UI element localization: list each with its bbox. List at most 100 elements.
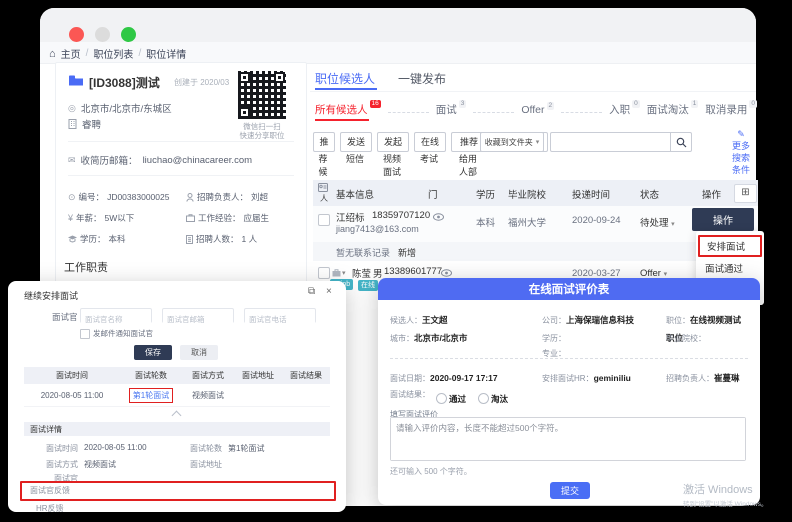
tab-one-click-publish[interactable]: 一键发布 bbox=[398, 70, 446, 87]
person-icon bbox=[186, 193, 194, 202]
job-field-salary: ¥ 年薪：5W以下 bbox=[68, 212, 134, 224]
row-checkbox[interactable] bbox=[318, 267, 330, 279]
column-settings-button[interactable]: ⊞ bbox=[734, 184, 757, 203]
maximize-window-button[interactable] bbox=[121, 27, 136, 42]
stage-all-candidates[interactable]: 所有候选人16 bbox=[315, 102, 381, 117]
radio-pass[interactable] bbox=[436, 393, 447, 404]
schedule-interview-modal: 继续安排面试 ⧉ × 面试官 发邮件通知面试官 保存 取消 面试时间 面试轮数 … bbox=[8, 281, 346, 512]
start-video-interview-button[interactable]: 发起 视频 面试 bbox=[377, 132, 407, 178]
interviewer-name-field-wrap bbox=[80, 308, 152, 323]
stage-offer[interactable]: Offer2 bbox=[521, 104, 554, 116]
candidate-email: jiang7413@163.com bbox=[336, 224, 419, 234]
candidate-status-dropdown[interactable]: 待处理 ▾ bbox=[640, 215, 675, 229]
job-field-id: ⊙ 编号：JD00383000025 bbox=[68, 191, 169, 203]
row-action-button[interactable]: 操作 bbox=[692, 208, 754, 231]
menu-item-interview-pass[interactable]: 面试通过 bbox=[696, 257, 764, 279]
graduation-cap-icon bbox=[68, 235, 77, 243]
candidate-degree: 本科 bbox=[476, 215, 495, 229]
active-stage-underline bbox=[315, 119, 369, 121]
favorite-folder-dropdown[interactable]: 收藏到文件夹▾ bbox=[480, 132, 544, 152]
candidate-phone: 18359707120 bbox=[372, 210, 430, 221]
radio-fail[interactable] bbox=[478, 393, 489, 404]
stage-offer-cancelled[interactable]: 取消录用0 bbox=[705, 102, 757, 117]
comment-textarea[interactable] bbox=[391, 418, 745, 460]
header-interview-time: 面试时间 bbox=[24, 370, 120, 381]
interview-method: 视频面试 bbox=[182, 390, 234, 401]
stage-connector bbox=[388, 112, 429, 113]
job-company: 睿聘 bbox=[68, 117, 101, 131]
screen: ⌂ 主页 / 职位列表 / 职位详情 [ID3088]测试 创建于 2020/0… bbox=[0, 0, 792, 522]
menu-item-schedule-interview[interactable]: 安排面试 bbox=[698, 235, 762, 257]
job-location: ◎ 北京市/北京市/东城区 bbox=[68, 101, 172, 115]
stage-connector bbox=[561, 112, 602, 113]
header-basic-info: 基本信息 bbox=[336, 187, 374, 201]
candidate-apply-date: 2020-09-24 bbox=[572, 215, 621, 226]
stage-interview[interactable]: 面试3 bbox=[436, 102, 467, 117]
collapse-chevron-icon[interactable] bbox=[172, 411, 182, 421]
breadcrumb-job-detail: 职位详情 bbox=[146, 46, 186, 61]
eye-icon[interactable] bbox=[441, 269, 452, 277]
job-email-value: liuchao@chinacareer.com bbox=[143, 155, 252, 166]
add-contact-record-link[interactable]: 新增 bbox=[398, 246, 416, 259]
person-card-icon bbox=[318, 183, 328, 192]
recommend-candidate-button[interactable]: 推 荐 候 bbox=[313, 132, 333, 178]
fullscreen-icon[interactable]: ⧉ bbox=[308, 286, 315, 297]
search-input[interactable] bbox=[553, 134, 669, 150]
interviewer-name-input[interactable] bbox=[81, 313, 151, 326]
detail-method-value: 视频面试 bbox=[84, 459, 116, 470]
online-tag: 在线 bbox=[358, 280, 378, 291]
save-button[interactable]: 保存 bbox=[134, 345, 172, 360]
online-exam-button[interactable]: 在线 考试 bbox=[414, 132, 444, 165]
briefcase-icon bbox=[332, 269, 341, 277]
detail-round-label: 面试轮数 bbox=[180, 443, 222, 454]
folder-icon bbox=[69, 75, 83, 86]
interview-table-header: 面试时间 面试轮数 面试方式 面试地址 面试结果 bbox=[24, 367, 330, 384]
stage-connector bbox=[473, 112, 514, 113]
interviewer-phone-field-wrap bbox=[244, 308, 316, 323]
minimize-window-button[interactable] bbox=[95, 27, 110, 42]
result-option-pass[interactable]: 通过 bbox=[436, 389, 466, 407]
city-value: 北京市/北京市 bbox=[414, 333, 467, 343]
eye-icon[interactable] bbox=[433, 213, 444, 221]
cancel-button[interactable]: 取消 bbox=[180, 345, 218, 360]
candidate-name-link[interactable]: 陈莹 bbox=[352, 266, 371, 280]
breadcrumb-job-list[interactable]: 职位列表 bbox=[93, 46, 133, 61]
close-window-button[interactable] bbox=[69, 27, 84, 42]
windows-activation-watermark: 激活 Windows 转到“设置”以激活 Windows。 bbox=[683, 481, 768, 508]
result-option-fail[interactable]: 淘汰 bbox=[478, 389, 508, 407]
submit-button[interactable]: 提交 bbox=[550, 482, 590, 499]
candidate-table-header: 人 基本信息 门 学历 毕业院校 投递时间 状态 操作 ⊞ bbox=[313, 180, 758, 206]
job-field-headcount: 招聘人数：1 人 bbox=[186, 233, 257, 245]
briefcase-icon bbox=[186, 214, 195, 222]
stage-count-badge: 0 bbox=[749, 100, 757, 108]
row-checkbox[interactable] bbox=[318, 214, 330, 226]
interviewer-phone-input[interactable] bbox=[245, 313, 315, 326]
stage-interview-rejected[interactable]: 面试淘汰1 bbox=[647, 102, 699, 117]
interviewer-email-input[interactable] bbox=[163, 313, 233, 326]
breadcrumb-home[interactable]: 主页 bbox=[61, 46, 81, 61]
search-button[interactable] bbox=[670, 133, 691, 151]
job-field-experience: 工作经验：应届生 bbox=[186, 212, 269, 224]
candidate-stage-pipeline: 所有候选人16 面试3 Offer2 入职0 面试淘汰1 取消录用0 bbox=[315, 102, 757, 117]
tab-job-candidates[interactable]: 职位候选人 bbox=[315, 70, 375, 87]
breadcrumb-bar: ⌂ 主页 / 职位列表 / 职位详情 bbox=[40, 42, 756, 64]
chevron-down-icon: ▾ bbox=[664, 271, 668, 278]
interview-table-row: 2020-08-05 11:00 第1轮面试 视频面试 bbox=[24, 384, 330, 407]
stage-onboard[interactable]: 入职0 bbox=[609, 102, 640, 117]
active-tab-underline bbox=[315, 88, 377, 90]
interview-round-link[interactable]: 第1轮面试 bbox=[120, 388, 182, 403]
send-sms-button[interactable]: 发送 短信 bbox=[340, 132, 370, 165]
detail-time-label: 面试时间 bbox=[36, 443, 78, 454]
close-icon[interactable]: × bbox=[326, 286, 332, 297]
modal-title: 继续安排面试 bbox=[24, 289, 78, 302]
candidate-row-1[interactable]: 江绍标 18359707120 jiang7413@163.com 本科 福州大… bbox=[313, 206, 758, 242]
more-search-filters[interactable]: ✎ 更多 搜索 条件 bbox=[728, 128, 754, 176]
candidate-name-link[interactable]: 江绍标 bbox=[336, 210, 365, 224]
chevron-down-icon: ▾ bbox=[536, 138, 540, 146]
qr-caption-2: 快速分享职位 bbox=[232, 130, 292, 141]
divider bbox=[68, 141, 294, 142]
notify-interviewer-checkbox[interactable] bbox=[80, 329, 90, 339]
chevron-down-icon[interactable]: ▾ bbox=[342, 269, 346, 277]
breadcrumb-separator: / bbox=[138, 48, 141, 59]
divider bbox=[310, 91, 756, 92]
